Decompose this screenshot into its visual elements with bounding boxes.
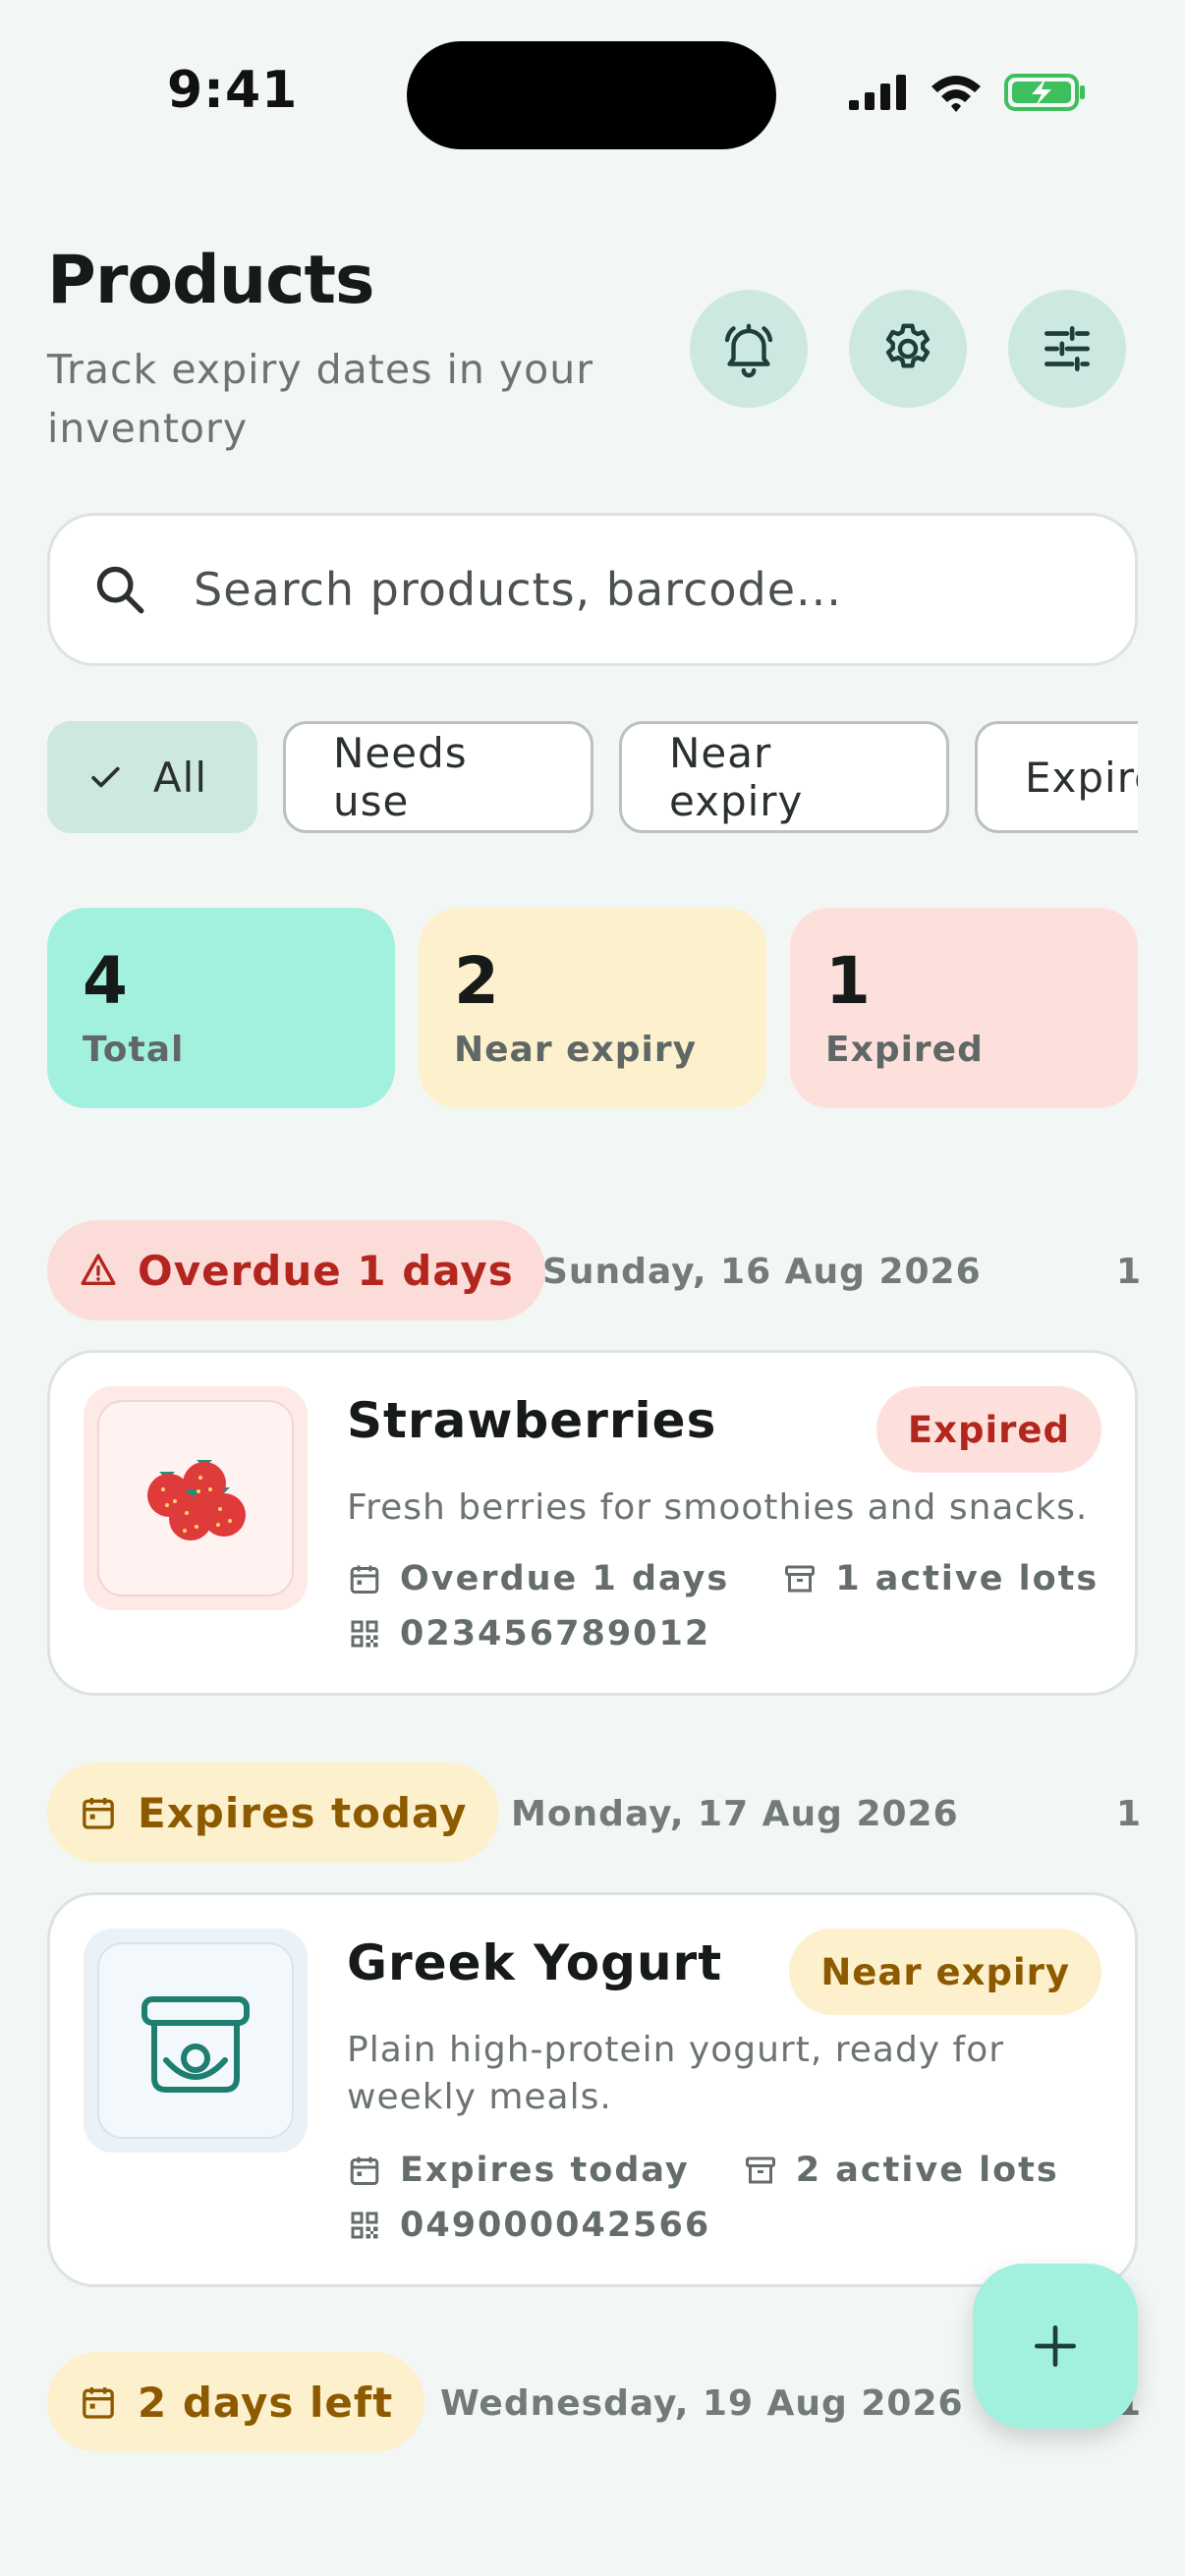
settings-button[interactable] [849,290,967,408]
calendar-icon [83,2387,114,2419]
product-barcode-row: 049000042566 [347,2206,710,2245]
stat-value: 4 [83,943,128,1019]
wifi-icon [931,76,981,112]
status-pill-label: 2 days left [138,2378,394,2427]
stat-value: 2 [454,943,499,1019]
product-card-greek-yogurt[interactable]: Greek Yogurt Near expiry Plain high-prot… [47,1892,1138,2287]
product-meta-row: Overdue 1 days 1 active lots [347,1559,1099,1598]
bell-icon [724,323,773,378]
product-card-strawberries[interactable]: Strawberries Expired Fresh berries for s… [47,1350,1138,1696]
filter-settings-button[interactable] [1008,290,1126,408]
barcode-text: 049000042566 [400,2206,711,2245]
stat-label: Expired [825,1030,984,1070]
group-date: Monday, 17 Aug 2026 [511,1794,959,1834]
search-bar[interactable] [47,513,1138,666]
warning-icon [81,1254,116,1285]
archive-icon [745,2156,775,2184]
qr-code-icon [351,1620,378,1648]
chip-label: Expired [1025,753,1138,802]
stat-label: Near expiry [454,1030,698,1070]
yogurt-icon [141,1996,250,2093]
stat-value: 1 [825,943,871,1019]
status-badge: Expired [875,1386,1101,1473]
product-name: Greek Yogurt [347,1934,723,1991]
gear-icon [885,323,931,368]
chip-label: Needs use [333,729,468,825]
search-icon [96,566,144,614]
stat-near-expiry[interactable]: 2 Near expiry [419,908,766,1108]
lots-text: 1 active lots [835,1559,1100,1598]
product-description: Plain high-protein yogurt, ready for wee… [347,2030,1005,2117]
stat-total[interactable]: 4 Total [47,908,395,1108]
product-meta-row: Expires today 2 active lots [347,2151,1059,2190]
status-badge: Near expiry [789,1929,1101,2015]
stat-label: Total [83,1030,185,1070]
group-date: Sunday, 16 Aug 2026 [542,1252,982,1292]
expiry-text: Expires today [400,2151,690,2190]
calendar-icon [350,1565,379,1594]
product-thumbnail [84,1386,308,1610]
product-description: Fresh berries for smoothies and snacks. [347,1487,1089,1528]
dynamic-island [407,41,776,149]
expiry-text: Overdue 1 days [400,1559,730,1598]
page-title: Products [47,242,374,319]
strawberries-icon [147,1460,246,1540]
status-pill-label: Overdue 1 days [138,1246,514,1295]
barcode-text: 023456789012 [400,1614,711,1653]
chip-all[interactable]: All [47,721,257,833]
sliders-icon [1044,326,1090,371]
calendar-icon [83,1798,114,1829]
chip-label: All [152,753,207,802]
notifications-button[interactable] [690,290,808,408]
status-pill-label: Expires today [138,1788,468,1837]
group-count: 1 [1116,1252,1142,1292]
status-time: 9:41 [167,61,299,120]
product-barcode-row: 023456789012 [347,1614,710,1653]
check-icon [91,766,120,788]
search-input[interactable] [194,563,1058,616]
status-icons [847,73,1087,112]
chip-expired[interactable]: Expired [975,721,1138,833]
lots-text: 2 active lots [795,2151,1059,2190]
chip-label: Near expiry [669,729,804,825]
chip-near-expiry[interactable]: Near expiry [619,721,949,833]
stat-expired[interactable]: 1 Expired [790,908,1138,1108]
group-count: 1 [1116,1794,1142,1834]
status-pill-today: Expires today [47,1763,499,1863]
page-subtitle: Track expiry dates in your inventory [47,346,594,452]
product-thumbnail [84,1929,308,2153]
qr-code-icon [351,2212,378,2239]
archive-icon [785,1565,816,1593]
add-product-button[interactable] [973,2264,1138,2429]
chip-needs-use[interactable]: Needs use [283,721,593,833]
product-name: Strawberries [347,1392,717,1449]
status-pill-days-left: 2 days left [47,2352,425,2452]
battery-charging-icon [1004,74,1085,111]
status-pill-overdue: Overdue 1 days [47,1220,545,1320]
group-date: Wednesday, 19 Aug 2026 [440,2383,964,2424]
calendar-icon [350,2156,379,2185]
cellular-signal-icon [849,75,906,110]
plus-icon [1035,2325,1076,2367]
filter-chips: All Needs use Near expiry Expired [47,721,1138,835]
